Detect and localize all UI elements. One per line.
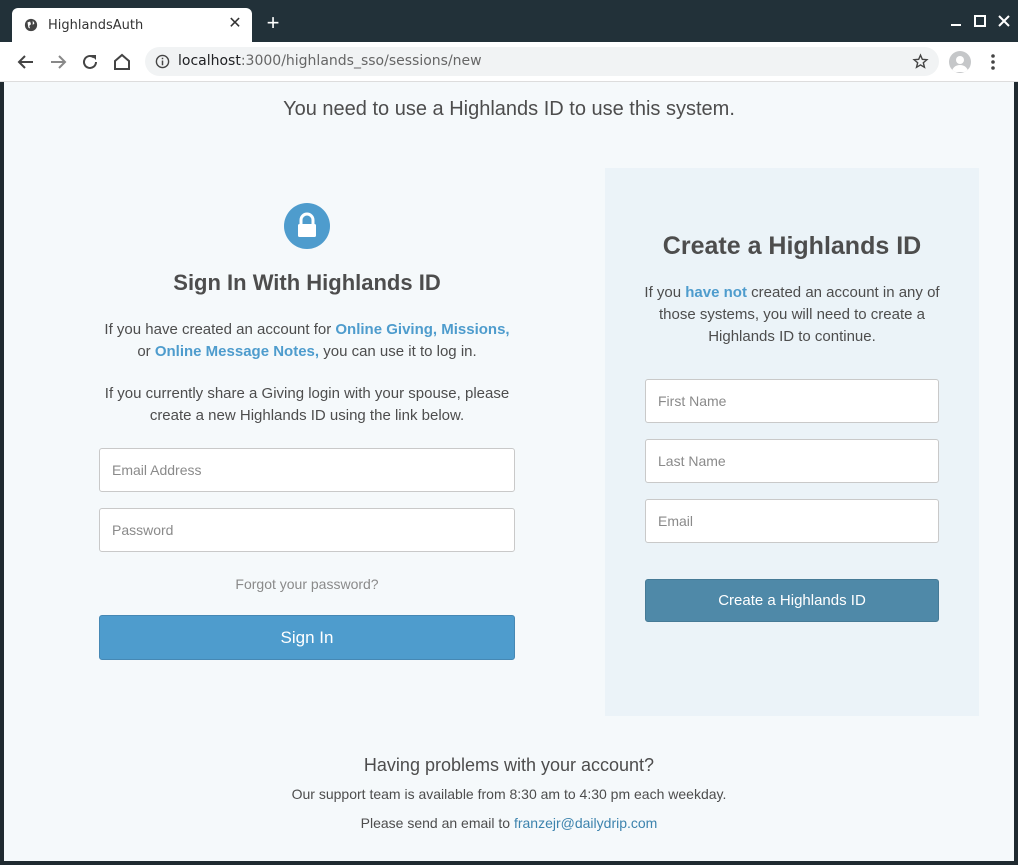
browser-toolbar: localhost:3000/highlands_sso/sessions/ne… xyxy=(0,42,1018,82)
create-email-input[interactable] xyxy=(645,499,939,543)
info-icon[interactable] xyxy=(155,54,170,69)
signin-intro-or: or xyxy=(137,343,155,360)
close-icon[interactable]: ✕ xyxy=(226,15,244,33)
create-desc-prefix: If you xyxy=(644,284,686,301)
signin-spouse-note: If you currently share a Giving login wi… xyxy=(104,385,510,424)
url-path: :3000/highlands_sso/sessions/new xyxy=(240,53,482,69)
support-hours: Our support team is available from 8:30 … xyxy=(291,786,727,802)
first-name-input[interactable] xyxy=(645,379,939,423)
page-content: You need to use a Highlands ID to use th… xyxy=(4,82,1014,861)
signin-intro-suffix: you can use it to log in. xyxy=(319,343,477,360)
support-email-prefix: Please send an email to xyxy=(360,815,514,831)
signin-intro: If you have created an account for Onlin… xyxy=(89,319,525,363)
maximize-icon[interactable] xyxy=(971,12,989,30)
globe-icon xyxy=(24,18,38,32)
page-notice: You need to use a Highlands ID to use th… xyxy=(283,98,735,120)
create-title: Create a Highlands ID xyxy=(662,232,922,260)
password-input[interactable] xyxy=(99,508,515,552)
signin-title: Sign In With Highlands ID xyxy=(173,270,441,295)
minimize-icon[interactable] xyxy=(947,12,965,30)
sign-in-button[interactable]: Sign In xyxy=(99,615,515,660)
star-icon[interactable] xyxy=(912,53,929,70)
menu-dots-icon[interactable] xyxy=(982,51,1004,73)
email-address-input[interactable] xyxy=(99,448,515,492)
create-id-panel: Create a Highlands ID If you have not cr… xyxy=(605,168,979,716)
last-name-input[interactable] xyxy=(645,439,939,483)
browser-tab[interactable]: HighlandsAuth ✕ xyxy=(12,8,252,42)
back-arrow-icon[interactable] xyxy=(14,50,38,74)
browser-titlebar: HighlandsAuth ✕ + xyxy=(0,0,1018,42)
create-highlands-id-button[interactable]: Create a Highlands ID xyxy=(645,579,939,622)
support-email-link[interactable]: franzejr@dailydrip.com xyxy=(514,815,657,831)
reload-icon[interactable] xyxy=(78,50,102,74)
help-title: Having problems with your account? xyxy=(363,755,655,775)
window-close-icon[interactable] xyxy=(995,12,1013,30)
home-icon[interactable] xyxy=(110,50,134,74)
forward-arrow-icon[interactable] xyxy=(46,50,70,74)
plus-icon[interactable]: + xyxy=(262,12,284,35)
profile-icon[interactable] xyxy=(949,51,971,73)
tab-title: HighlandsAuth xyxy=(48,18,144,33)
online-message-notes-link[interactable]: Online Message Notes, xyxy=(155,343,319,360)
forgot-password-link[interactable]: Forgot your password? xyxy=(99,576,515,592)
signin-intro-text: If you have created an account for xyxy=(104,321,336,338)
online-giving-missions-link[interactable]: Online Giving, Missions, xyxy=(335,321,509,338)
have-not-emphasis: have not xyxy=(685,284,747,301)
create-description: If you have not created an account in an… xyxy=(635,282,949,348)
address-bar[interactable]: localhost:3000/highlands_sso/sessions/ne… xyxy=(145,47,939,76)
url-text: localhost:3000/highlands_sso/sessions/ne… xyxy=(178,53,482,69)
url-host: localhost xyxy=(178,53,241,69)
lock-icon xyxy=(284,203,330,249)
support-email-line: Please send an email to franzejr@dailydr… xyxy=(4,815,1014,831)
